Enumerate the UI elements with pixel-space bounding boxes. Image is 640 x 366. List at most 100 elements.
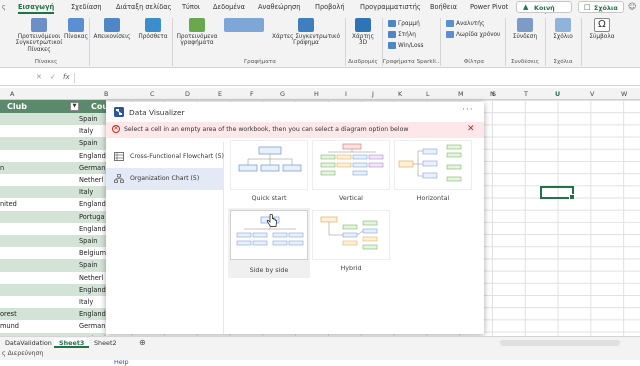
link-button[interactable]: Σύνδεση [508, 18, 542, 40]
table-row[interactable]: Belgium [0, 247, 106, 260]
template-vertical[interactable]: Vertical [312, 140, 390, 202]
sparkline-column-button[interactable]: Στήλη [388, 31, 416, 38]
sparkline-line-button[interactable]: Γραμμή [388, 20, 420, 27]
cell-country[interactable]: German [79, 322, 105, 330]
cell-country[interactable]: Spain [79, 139, 97, 147]
sheet-tab-datavalidation[interactable]: DataValidation [0, 338, 57, 348]
cell-club[interactable]: n [0, 164, 4, 172]
table-row[interactable]: Spain [0, 113, 106, 126]
column-header-h[interactable]: H [314, 90, 319, 98]
cell-country[interactable]: German [79, 164, 105, 172]
table-button[interactable]: Πίνακας [62, 18, 90, 40]
option-organization-chart[interactable]: Organization Chart (5) [106, 168, 224, 190]
cell-country[interactable]: Italy [79, 298, 93, 306]
cell-country[interactable]: Belgium [79, 249, 106, 257]
table-row[interactable]: Spain [0, 137, 106, 150]
comment-button[interactable]: Σχόλιο [548, 18, 578, 40]
column-header-w[interactable]: W [621, 90, 627, 98]
tab-review[interactable]: Αναθεώρηση [258, 3, 300, 11]
table-row[interactable]: Italy [0, 125, 106, 138]
tab-insert[interactable]: Εισαγωγή [18, 3, 55, 14]
cell-country[interactable]: Netherl [79, 176, 103, 184]
tab-help[interactable]: Βοήθεια [430, 3, 457, 11]
cell-club[interactable]: mund [0, 322, 19, 330]
close-icon[interactable]: ✕ [467, 124, 475, 134]
more-options-icon[interactable]: ··· [462, 105, 474, 115]
table-row[interactable]: Italy [0, 186, 106, 199]
table-row[interactable]: Netherl [0, 174, 106, 187]
cell-country[interactable]: England [79, 310, 106, 318]
cell-country[interactable]: England [79, 200, 106, 208]
chart-types-gallery[interactable] [222, 18, 266, 34]
table-row[interactable]: Portuga [0, 210, 106, 223]
column-header-i[interactable]: I [345, 90, 347, 98]
slicer-button[interactable]: Αναλυτής [446, 20, 484, 27]
template-horizontal[interactable]: Horizontal [394, 140, 472, 202]
option-cross-functional-flowchart[interactable]: Cross-Functional Flowchart (5) [106, 146, 224, 168]
horizontal-scrollbar[interactable] [500, 340, 620, 346]
column-header-a[interactable]: A [10, 90, 14, 98]
cell-country[interactable]: Spain [79, 237, 97, 245]
cell-country[interactable]: Italy [79, 188, 93, 196]
column-header-l[interactable]: L [426, 90, 430, 98]
cell-country[interactable]: Portuga [79, 213, 104, 221]
cell-club[interactable]: nited [0, 200, 17, 208]
column-header-f[interactable]: F [250, 90, 254, 98]
tab-view[interactable]: Προβολή [315, 3, 345, 11]
table-row[interactable]: Netherl [0, 271, 106, 284]
table-row[interactable]: Italy [0, 296, 106, 309]
active-cell[interactable] [540, 186, 575, 200]
table-row[interactable]: England [0, 283, 106, 296]
tab-page-layout[interactable]: Διάταξη σελίδας [116, 3, 171, 11]
template-quick-start[interactable]: Quick start [230, 140, 308, 202]
column-header-s[interactable]: S [492, 90, 496, 98]
column-header-t[interactable]: T [524, 90, 528, 98]
table-row[interactable]: n German [0, 161, 106, 174]
column-header-e[interactable]: E [218, 90, 222, 98]
cell-country[interactable]: England [79, 225, 106, 233]
table-row[interactable]: England [0, 222, 106, 235]
column-header-u[interactable]: U [555, 90, 560, 98]
sparkline-winloss-button[interactable]: Win/Loss [388, 42, 424, 49]
column-header-b[interactable]: B [104, 90, 108, 98]
recommended-charts-button[interactable]: Προτεινόμενα γραφήματα [174, 18, 220, 47]
column-header-g[interactable]: G [280, 90, 285, 98]
pivot-chart-button[interactable]: Χάρτες Συγκεντρωτικό Γράφημα [270, 18, 342, 47]
illustrations-button[interactable]: Απεικονίσεις [92, 18, 132, 40]
map3d-button[interactable]: Χάρτης 3D [348, 18, 378, 47]
column-header-k[interactable]: K [398, 90, 402, 98]
share-button[interactable]: ▲ Κοινή χρήση [516, 1, 572, 20]
cell-country[interactable]: Italy [79, 127, 93, 135]
tab-data[interactable]: Δεδομένα [213, 3, 245, 11]
cell-country[interactable]: Spain [79, 261, 97, 269]
sheet-tab-sheet2[interactable]: Sheet2 [89, 338, 122, 348]
table-row[interactable]: orest England [0, 308, 106, 321]
table-row[interactable]: Spain [0, 259, 106, 272]
tab-formulas[interactable]: Τύποι [182, 3, 200, 11]
table-row[interactable]: England [0, 149, 106, 162]
timeline-button[interactable]: Λωρίδα χρόνου [446, 31, 500, 38]
insert-function-icon[interactable]: fx [63, 73, 70, 81]
sheet-tab-sheet3[interactable]: Sheet3 [54, 338, 90, 348]
add-sheet-icon[interactable]: ⊕ [139, 338, 146, 347]
table-row[interactable]: Spain [0, 235, 106, 248]
tab-developer[interactable]: Προγραμματιστής [360, 3, 421, 11]
comments-button[interactable]: □ Σχόλια [578, 1, 624, 13]
column-header-c[interactable]: C [150, 90, 154, 98]
cell-country[interactable]: Netherl [79, 274, 103, 282]
tab-power-pivot[interactable]: Power Pivot [470, 3, 508, 11]
symbols-button[interactable]: Ω Σύμβολα [584, 18, 620, 40]
table-row[interactable]: nited England [0, 198, 106, 211]
cell-country[interactable]: Spain [79, 115, 97, 123]
column-header-v[interactable]: V [590, 90, 594, 98]
cell-country[interactable]: England [79, 286, 106, 294]
enter-icon[interactable]: ✓ [50, 73, 56, 81]
column-header-d[interactable]: D [185, 90, 190, 98]
cancel-icon[interactable]: ✕ [36, 73, 42, 81]
column-header-j[interactable]: J [372, 90, 374, 98]
filter-dropdown-icon[interactable]: ▼ [70, 102, 79, 111]
cell-country[interactable]: England [79, 152, 106, 160]
addins-button[interactable]: Πρόσθετα [136, 18, 170, 40]
template-hybrid[interactable]: Hybrid [312, 210, 390, 272]
cell-club[interactable]: orest [0, 310, 17, 318]
